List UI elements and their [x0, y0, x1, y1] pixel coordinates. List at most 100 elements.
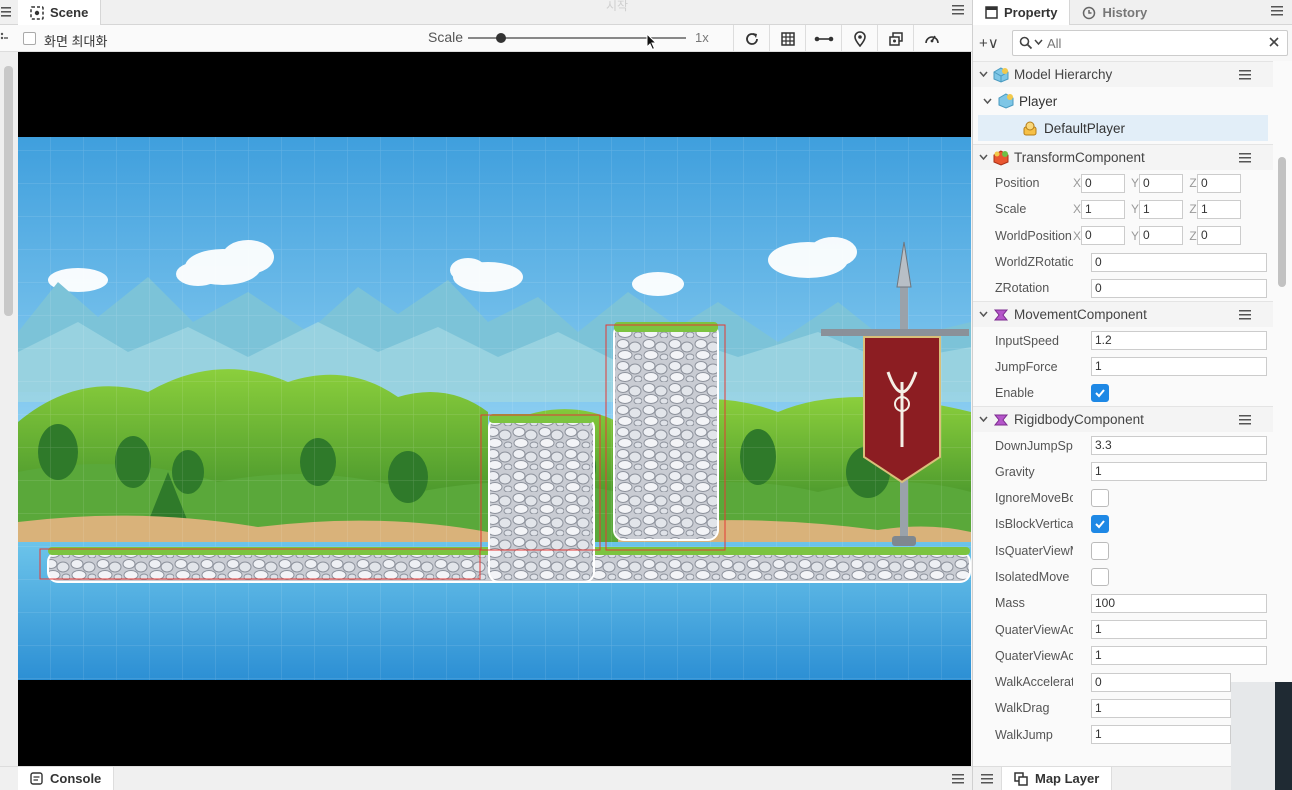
prop-input-speed: InputSpeed 1.2	[973, 327, 1273, 353]
section-menu-icon[interactable]	[1239, 69, 1251, 81]
property-panel: Property History +∨ Model Hierarchy	[972, 0, 1292, 790]
prop-gravity: Gravity 1	[973, 459, 1273, 485]
section-model-hierarchy[interactable]: Model Hierarchy	[973, 61, 1273, 87]
mouse-cursor-icon	[646, 32, 658, 54]
map-layer-label: Map Layer	[1035, 771, 1100, 786]
model-icon	[993, 66, 1009, 83]
chevron-down-icon[interactable]	[973, 71, 993, 78]
prop-enable: Enable	[973, 380, 1273, 406]
prop-world-position: WorldPosition X0 Y0 Z0	[973, 223, 1273, 249]
prop-down-jump-speed: DownJumpSpee 3.3	[973, 432, 1273, 458]
section-menu-icon[interactable]	[1239, 414, 1251, 426]
is-block-vertical-checkbox[interactable]	[1091, 515, 1109, 534]
scale-x-input[interactable]: 1	[1081, 199, 1125, 219]
maximize-label: 화면 최대화	[44, 34, 108, 49]
down-jump-speed-input[interactable]: 3.3	[1091, 436, 1267, 456]
position-y-input[interactable]: 0	[1139, 173, 1183, 193]
world-position-z-input[interactable]: 0	[1197, 226, 1241, 246]
movement-title: MovementComponent	[1014, 307, 1147, 323]
panel-menu-icon[interactable]	[1271, 5, 1283, 17]
prop-label: Enable	[995, 386, 1034, 401]
world-position-y-input[interactable]: 0	[1139, 226, 1183, 246]
section-transform[interactable]: TransformComponent	[973, 144, 1273, 170]
scale-y-input[interactable]: 1	[1139, 199, 1183, 219]
prop-walk-acceleration: WalkAcceleratio 0	[973, 669, 1273, 695]
input-speed-input[interactable]: 1.2	[1091, 331, 1267, 351]
chevron-down-icon[interactable]	[973, 154, 993, 161]
tab-scene[interactable]: Scene	[18, 0, 102, 25]
prop-label: QuaterViewAcce	[995, 648, 1073, 663]
tree-item-player[interactable]: Player	[973, 87, 1273, 115]
mass-input[interactable]: 100	[1091, 593, 1267, 613]
property-icon	[985, 6, 998, 19]
search-row: +∨	[973, 25, 1292, 61]
left-menu-icon[interactable]	[0, 4, 12, 20]
chevron-down-icon[interactable]	[980, 98, 994, 105]
prop-label: WalkAcceleratio	[995, 675, 1073, 690]
scene-menu-icon[interactable]	[952, 4, 964, 16]
tab-property[interactable]: Property	[973, 0, 1071, 25]
chevron-down-icon[interactable]	[1034, 39, 1043, 46]
bottom-menu-icon[interactable]	[952, 773, 964, 785]
enable-checkbox[interactable]	[1091, 384, 1109, 403]
position-x-input[interactable]: 0	[1081, 173, 1125, 193]
snap-line-button[interactable]	[805, 25, 841, 52]
maximize-checkbox[interactable]	[23, 32, 36, 45]
scene-tab-label: Scene	[50, 5, 89, 20]
bottom-bar: Console	[0, 766, 972, 790]
quater-view-acce-1-input[interactable]: 1	[1091, 620, 1267, 640]
is-quater-view-checkbox[interactable]	[1091, 541, 1109, 560]
z-rotation-input[interactable]: 0	[1091, 278, 1267, 298]
layers-button[interactable]	[877, 25, 913, 52]
walk-jump-input[interactable]: 1	[1091, 725, 1231, 745]
movement-component-icon	[993, 307, 1009, 323]
axis-z: Z	[1189, 202, 1197, 217]
rigidbody-component-icon	[993, 412, 1009, 428]
section-menu-icon[interactable]	[1239, 152, 1251, 164]
isolated-move-checkbox[interactable]	[1091, 568, 1109, 586]
map-scene	[18, 137, 971, 680]
console-label: Console	[50, 771, 102, 786]
position-z-input[interactable]: 0	[1197, 173, 1241, 193]
axis-x: X	[1073, 202, 1082, 217]
section-menu-icon[interactable]	[1239, 309, 1251, 321]
tab-history[interactable]: History	[1070, 0, 1159, 25]
panel-scrollbar-thumb[interactable]	[1278, 157, 1286, 287]
jump-force-input[interactable]: 1	[1091, 357, 1267, 377]
section-movement[interactable]: MovementComponent	[973, 301, 1273, 328]
scale-slider-thumb[interactable]	[495, 33, 506, 43]
clear-search-icon[interactable]	[1268, 36, 1280, 48]
world-position-x-input[interactable]: 0	[1081, 226, 1125, 246]
prop-label: JumpForce	[995, 359, 1058, 374]
quater-view-acce-2-input[interactable]: 1	[1091, 646, 1267, 666]
rigidbody-title: RigidbodyComponent	[1014, 412, 1144, 428]
add-button[interactable]: +∨	[979, 34, 999, 52]
section-rigidbody[interactable]: RigidbodyComponent	[973, 406, 1273, 433]
left-scrollbar[interactable]	[4, 66, 13, 316]
prop-label: Gravity	[995, 464, 1035, 479]
property-content: Model Hierarchy Player DefaultPlayer Tra…	[973, 61, 1273, 748]
speedometer-button[interactable]	[913, 25, 949, 52]
scale-value: 1x	[695, 30, 709, 45]
scene-viewport[interactable]	[18, 52, 971, 766]
prop-label: IgnoreMoveBou	[995, 491, 1073, 506]
side-toggle-icon[interactable]	[0, 32, 8, 44]
refresh-button[interactable]	[733, 25, 769, 52]
tab-console[interactable]: Console	[18, 767, 115, 790]
prop-is-block-vertical: IsBlockVerticalLi	[973, 511, 1273, 537]
scale-z-input[interactable]: 1	[1197, 199, 1241, 219]
gravity-input[interactable]: 1	[1091, 462, 1267, 482]
walk-acceleration-input[interactable]: 0	[1091, 672, 1231, 692]
map-layer-menu-icon[interactable]	[981, 773, 993, 785]
location-pin-button[interactable]	[841, 25, 877, 52]
grid-button[interactable]	[769, 25, 805, 52]
tab-map-layer[interactable]: Map Layer	[1001, 767, 1113, 790]
search-box[interactable]	[1012, 30, 1288, 56]
world-z-rotation-input[interactable]: 0	[1091, 252, 1267, 272]
chevron-down-icon[interactable]	[973, 311, 993, 318]
ignore-move-bound-checkbox[interactable]	[1091, 489, 1109, 508]
walk-drag-input[interactable]: 1	[1091, 698, 1231, 718]
search-input[interactable]	[1047, 34, 1247, 52]
chevron-down-icon[interactable]	[973, 416, 993, 423]
tree-item-default-player[interactable]: DefaultPlayer	[978, 115, 1268, 141]
